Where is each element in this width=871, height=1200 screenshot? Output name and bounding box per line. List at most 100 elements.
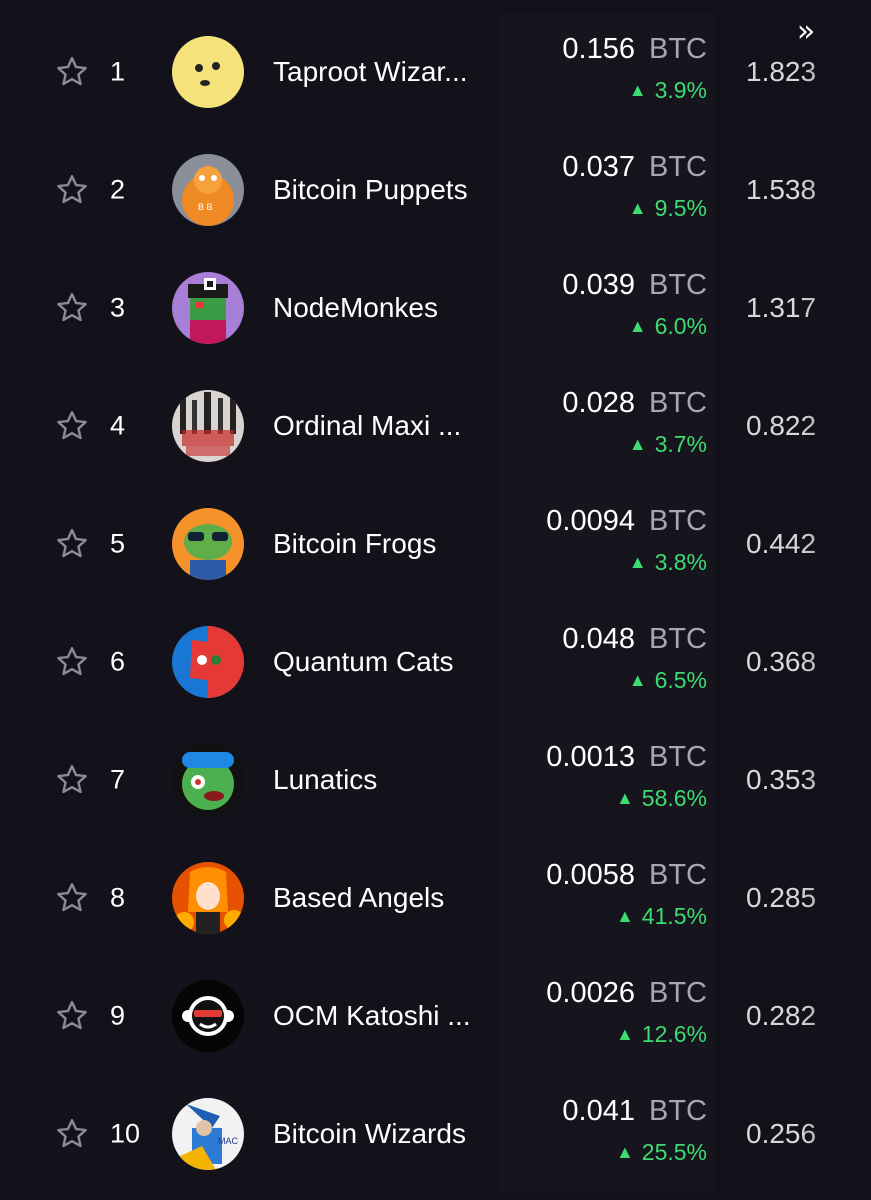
angel-girl-avatar [172,862,244,934]
collection-list: 1 Taproot Wizar... 0.156 BTC ▲ 3.9% 1.823 … [0,0,871,1200]
collection-name[interactable]: Lunatics [273,764,503,796]
green-lunatic-avatar [172,744,244,816]
price-change: 3.9% [654,77,707,103]
volume: 0.282 [746,1000,817,1031]
floor-price: 0.048 [562,623,635,655]
rank: 2 [110,174,126,205]
star-icon[interactable] [54,880,90,916]
collection-name[interactable]: Bitcoin Frogs [273,528,503,560]
star-icon[interactable] [54,1116,90,1152]
rank: 6 [110,646,126,677]
rank: 7 [110,764,126,795]
price-change: 25.5% [641,1139,707,1165]
volume: 1.823 [746,56,817,87]
floor-price: 0.0094 [546,505,635,537]
collection-name[interactable]: NodeMonkes [273,292,503,324]
price-unit: BTC [649,859,707,891]
floor-price-cell: 0.041 BTC ▲ 25.5% [500,1075,715,1193]
katoshi-monkey-avatar [172,980,244,1052]
rank: 8 [110,882,126,913]
up-triangle-icon: ▲ [628,434,647,454]
price-change: 6.0% [654,313,707,339]
price-change: 6.5% [654,667,707,693]
collection-name[interactable]: Taproot Wizar... [273,56,503,88]
up-triangle-icon: ▲ [628,316,647,336]
star-icon[interactable] [54,172,90,208]
collection-name[interactable]: OCM Katoshi ... [273,1000,503,1032]
volume: 0.442 [746,528,817,559]
star-icon[interactable] [54,526,90,562]
price-unit: BTC [649,33,707,65]
price-unit: BTC [649,505,707,537]
star-icon[interactable] [54,408,90,444]
floor-price-cell: 0.037 BTC ▲ 9.5% [500,131,715,249]
floor-price-cell: 0.0013 BTC ▲ 58.6% [500,721,715,839]
rank: 3 [110,292,126,323]
price-unit: BTC [649,741,707,773]
volume: 1.538 [746,174,817,205]
rank: 10 [110,1118,141,1149]
collection-name[interactable]: Ordinal Maxi ... [273,410,503,442]
list-item[interactable]: 10 MAC Bitcoin Wizards 0.041 BTC ▲ 25.5% 0… [0,1075,871,1193]
up-triangle-icon: ▲ [615,906,634,926]
floor-price-cell: 0.039 BTC ▲ 6.0% [500,249,715,367]
floor-price-cell: 0.0058 BTC ▲ 41.5% [500,839,715,957]
list-item[interactable]: 2 B B Bitcoin Puppets 0.037 BTC ▲ 9.5% 1.5… [0,131,871,249]
floor-price-cell: 0.028 BTC ▲ 3.7% [500,367,715,485]
floor-price: 0.156 [562,33,635,65]
floor-price: 0.0013 [546,741,635,773]
price-unit: BTC [649,387,707,419]
star-icon[interactable] [54,290,90,326]
list-item[interactable]: 5 Bitcoin Frogs 0.0094 BTC ▲ 3.8% 0.442 [0,485,871,603]
floor-price: 0.041 [562,1095,635,1127]
floor-price-cell: 0.156 BTC ▲ 3.9% [500,13,715,131]
floor-price: 0.0026 [546,977,635,1009]
volume: 0.285 [746,882,817,913]
star-icon[interactable] [54,998,90,1034]
list-item[interactable]: 7 Lunatics 0.0013 BTC ▲ 58.6% 0.353 [0,721,871,839]
list-item[interactable]: 9 OCM Katoshi ... 0.0026 BTC ▲ 12.6% 0.282 [0,957,871,1075]
price-unit: BTC [649,1095,707,1127]
rank: 9 [110,1000,126,1031]
ordinal-maxi-biz-avatar [172,390,244,462]
floor-price: 0.039 [562,269,635,301]
collection-name[interactable]: Bitcoin Puppets [273,174,503,206]
star-icon[interactable] [54,644,90,680]
pixel-monkey-avatar [172,272,244,344]
star-icon[interactable] [54,762,90,798]
volume: 1.317 [746,292,817,323]
price-change: 9.5% [654,195,707,221]
list-item[interactable]: 8 Based Angels 0.0058 BTC ▲ 41.5% 0.285 [0,839,871,957]
double-chevron-right-icon[interactable]: » [788,14,824,50]
up-triangle-icon: ▲ [628,80,647,100]
volume: 0.353 [746,764,817,795]
rank: 5 [110,528,126,559]
floor-price-cell: 0.0026 BTC ▲ 12.6% [500,957,715,1075]
floor-price-cell: 0.048 BTC ▲ 6.5% [500,603,715,721]
wizard-face-avatar [172,36,244,108]
up-triangle-icon: ▲ [615,1024,634,1044]
list-item[interactable]: 4 Ordinal Maxi ... 0.028 BTC ▲ 3.7% 0.822 [0,367,871,485]
volume: 0.256 [746,1118,817,1149]
list-item[interactable]: 6 Quantum Cats 0.048 BTC ▲ 6.5% 0.368 [0,603,871,721]
quantum-cat-avatar [172,626,244,698]
orange-monkey-avatar: B B [172,154,244,226]
frog-avatar [172,508,244,580]
blue-wizard-avatar: MAC [172,1098,244,1170]
up-triangle-icon: ▲ [615,1142,634,1162]
price-change: 3.7% [654,431,707,457]
volume: 0.368 [746,646,817,677]
svg-text:B B: B B [198,202,213,212]
star-icon[interactable] [54,54,90,90]
floor-price: 0.0058 [546,859,635,891]
list-item[interactable]: 1 Taproot Wizar... 0.156 BTC ▲ 3.9% 1.823 [0,13,871,131]
price-unit: BTC [649,151,707,183]
list-item[interactable]: 3 NodeMonkes 0.039 BTC ▲ 6.0% 1.317 [0,249,871,367]
price-unit: BTC [649,269,707,301]
collection-name[interactable]: Bitcoin Wizards [273,1118,503,1150]
collection-name[interactable]: Quantum Cats [273,646,503,678]
price-change: 41.5% [641,903,707,929]
collection-name[interactable]: Based Angels [273,882,503,914]
floor-price-cell: 0.0094 BTC ▲ 3.8% [500,485,715,603]
price-change: 3.8% [654,549,707,575]
